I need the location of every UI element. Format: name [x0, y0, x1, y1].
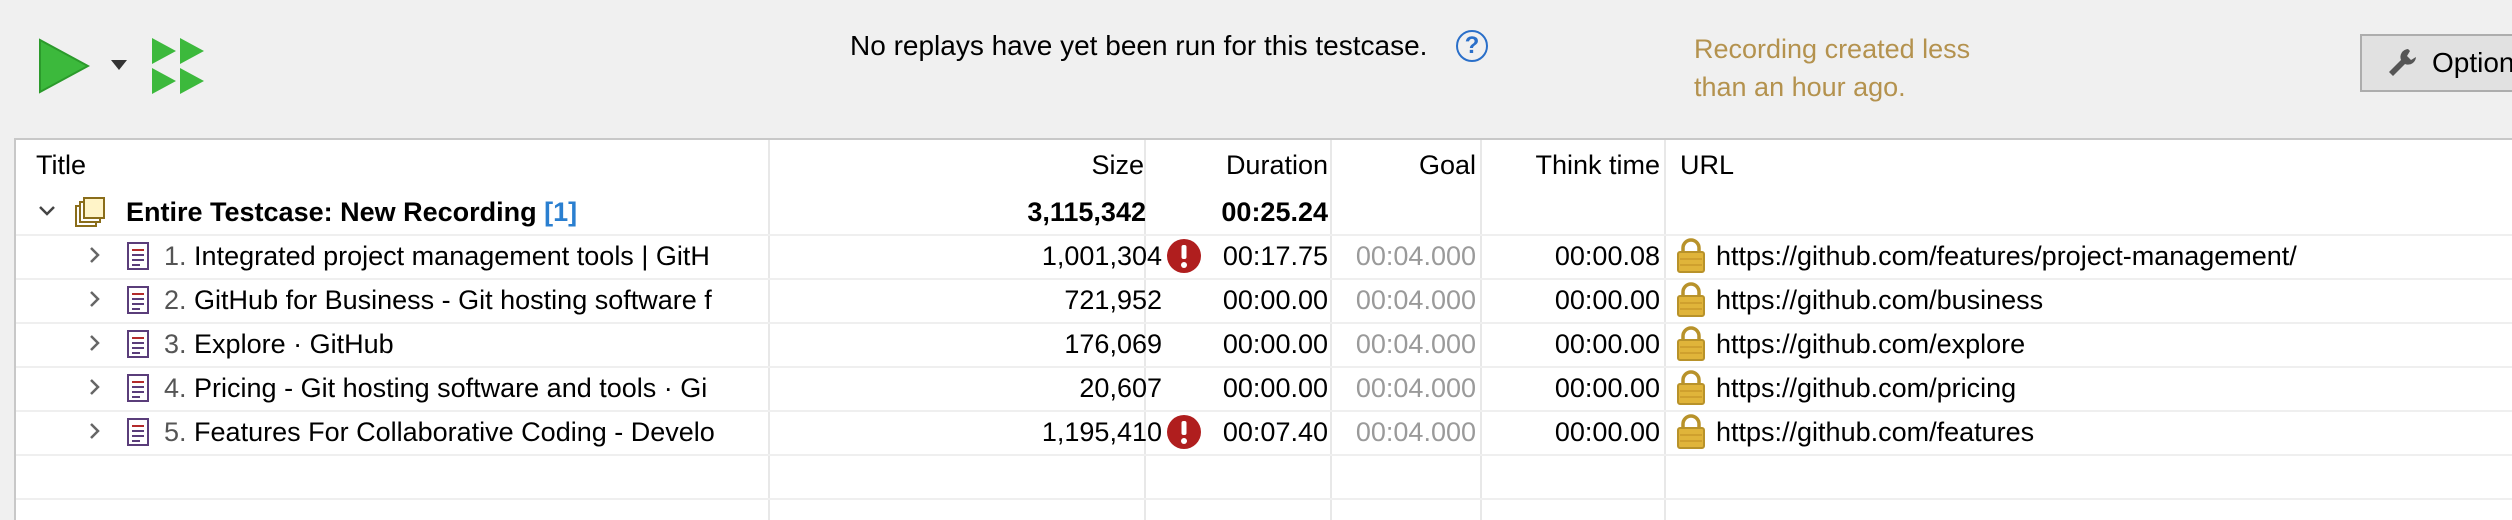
- lock-icon: [1677, 414, 1705, 449]
- options-label: Options: [2432, 47, 2512, 78]
- row-url[interactable]: https://github.com/business: [1716, 278, 2506, 322]
- recording-note-line1: Recording created less: [1694, 34, 1971, 64]
- column-header-title[interactable]: Title: [36, 143, 86, 187]
- summary-duration: 00:25.24: [1221, 197, 1328, 227]
- row-title: Features For Collaborative Coding - Deve…: [194, 417, 715, 447]
- row-size: 20,607: [1079, 373, 1162, 403]
- column-header-duration[interactable]: Duration: [1156, 143, 1328, 187]
- row-title: Pricing - Git hosting software and tools…: [194, 373, 708, 403]
- recording-note-line2: than an hour ago.: [1694, 72, 1906, 102]
- row-duration: 00:07.40: [1222, 417, 1328, 447]
- error-icon[interactable]: [1166, 414, 1202, 450]
- row-duration: 00:17.75: [1222, 241, 1328, 271]
- testcase-label: Entire Testcase: New Recording: [126, 197, 537, 227]
- row-goal: 00:04.000: [1355, 285, 1476, 315]
- row-think-time: 00:00.00: [1554, 285, 1660, 315]
- row-number: 1.: [164, 241, 187, 271]
- row-number: 3.: [164, 329, 187, 359]
- document-icon: [127, 418, 149, 446]
- chevron-down-icon[interactable]: [38, 202, 56, 220]
- chevron-right-icon[interactable]: [86, 378, 104, 396]
- row-goal: 00:04.000: [1355, 241, 1476, 271]
- stack-icon: [75, 197, 105, 227]
- row-title: GitHub for Business - Git hosting softwa…: [194, 285, 712, 315]
- chevron-right-icon[interactable]: [86, 290, 104, 308]
- play-icon[interactable]: [38, 38, 90, 94]
- row-size: 1,001,304: [1041, 241, 1162, 271]
- row-duration: 00:00.00: [1222, 373, 1328, 403]
- row-url[interactable]: https://github.com/features: [1716, 410, 2506, 454]
- row-think-time: 00:00.00: [1554, 329, 1660, 359]
- replay-status-message: No replays have yet been run for this te…: [850, 30, 1428, 61]
- column-header-url[interactable]: URL: [1680, 143, 1734, 187]
- testcase-label-wrapper: Entire Testcase: New Recording [1]: [126, 190, 577, 234]
- row-url[interactable]: https://github.com/features/project-mana…: [1716, 234, 2506, 278]
- table-row[interactable]: 4. Pricing - Git hosting software and to…: [16, 366, 2512, 410]
- row-number: 2.: [164, 285, 187, 315]
- document-icon: [127, 330, 149, 358]
- column-header-size[interactable]: Size: [776, 143, 1144, 187]
- help-icon[interactable]: ?: [1456, 30, 1488, 62]
- options-button[interactable]: Options: [2360, 34, 2512, 92]
- row-title-cell: 4. Pricing - Git hosting software and to…: [164, 366, 764, 410]
- chevron-right-icon[interactable]: [86, 422, 104, 440]
- row-number: 4.: [164, 373, 187, 403]
- testcase-count: [1]: [544, 197, 578, 227]
- row-title: Integrated project management tools | Gi…: [194, 241, 710, 271]
- recording-age-note: Recording created less than an hour ago.: [1694, 30, 1970, 106]
- row-think-time: 00:00.08: [1554, 241, 1660, 271]
- wrench-icon: [2389, 49, 2416, 76]
- document-icon: [127, 286, 149, 314]
- row-url[interactable]: https://github.com/explore: [1716, 322, 2506, 366]
- row-size: 721,952: [1064, 285, 1162, 315]
- document-icon: [127, 374, 149, 402]
- row-title-cell: 3. Explore · GitHub: [164, 322, 764, 366]
- row-url[interactable]: https://github.com/pricing: [1716, 366, 2506, 410]
- lock-icon: [1677, 326, 1705, 361]
- row-size: 1,195,410: [1041, 417, 1162, 447]
- testcase-table: Title Size Duration Goal Think time URL …: [14, 138, 2512, 520]
- table-row[interactable]: 1. Integrated project management tools |…: [16, 234, 2512, 278]
- error-icon[interactable]: [1166, 238, 1202, 274]
- row-title-cell: 1. Integrated project management tools |…: [164, 234, 764, 278]
- double-play-icon[interactable]: [150, 36, 206, 96]
- testcase-summary-row[interactable]: Entire Testcase: New Recording [1] 3,115…: [16, 190, 2512, 234]
- row-goal: 00:04.000: [1355, 417, 1476, 447]
- row-size: 176,069: [1064, 329, 1162, 359]
- row-goal: 00:04.000: [1355, 329, 1476, 359]
- row-think-time: 00:00.00: [1554, 373, 1660, 403]
- table-row[interactable]: 2. GitHub for Business - Git hosting sof…: [16, 278, 2512, 322]
- row-duration: 00:00.00: [1222, 285, 1328, 315]
- chevron-right-icon[interactable]: [86, 246, 104, 264]
- chevron-right-icon[interactable]: [86, 334, 104, 352]
- lock-icon: [1677, 370, 1705, 405]
- row-title: Explore · GitHub: [194, 329, 394, 359]
- summary-size: 3,115,342: [1027, 197, 1146, 227]
- lock-icon: [1677, 282, 1705, 317]
- row-duration: 00:00.00: [1222, 329, 1328, 359]
- column-header-think-time[interactable]: Think time: [1486, 143, 1660, 187]
- row-goal: 00:04.000: [1355, 373, 1476, 403]
- row-title-cell: 5. Features For Collaborative Coding - D…: [164, 410, 764, 454]
- document-icon: [127, 242, 149, 270]
- table-row[interactable]: 3. Explore · GitHub 176,069 00:00.00 00:…: [16, 322, 2512, 366]
- toolbar: No replays have yet been run for this te…: [0, 0, 2512, 130]
- caret-down-icon[interactable]: [110, 58, 128, 72]
- lock-icon: [1677, 238, 1705, 273]
- row-title-cell: 2. GitHub for Business - Git hosting sof…: [164, 278, 764, 322]
- column-header-goal[interactable]: Goal: [1336, 143, 1476, 187]
- row-number: 5.: [164, 417, 187, 447]
- table-row[interactable]: 5. Features For Collaborative Coding - D…: [16, 410, 2512, 454]
- table-header: Title Size Duration Goal Think time URL: [16, 140, 2512, 190]
- row-think-time: 00:00.00: [1554, 417, 1660, 447]
